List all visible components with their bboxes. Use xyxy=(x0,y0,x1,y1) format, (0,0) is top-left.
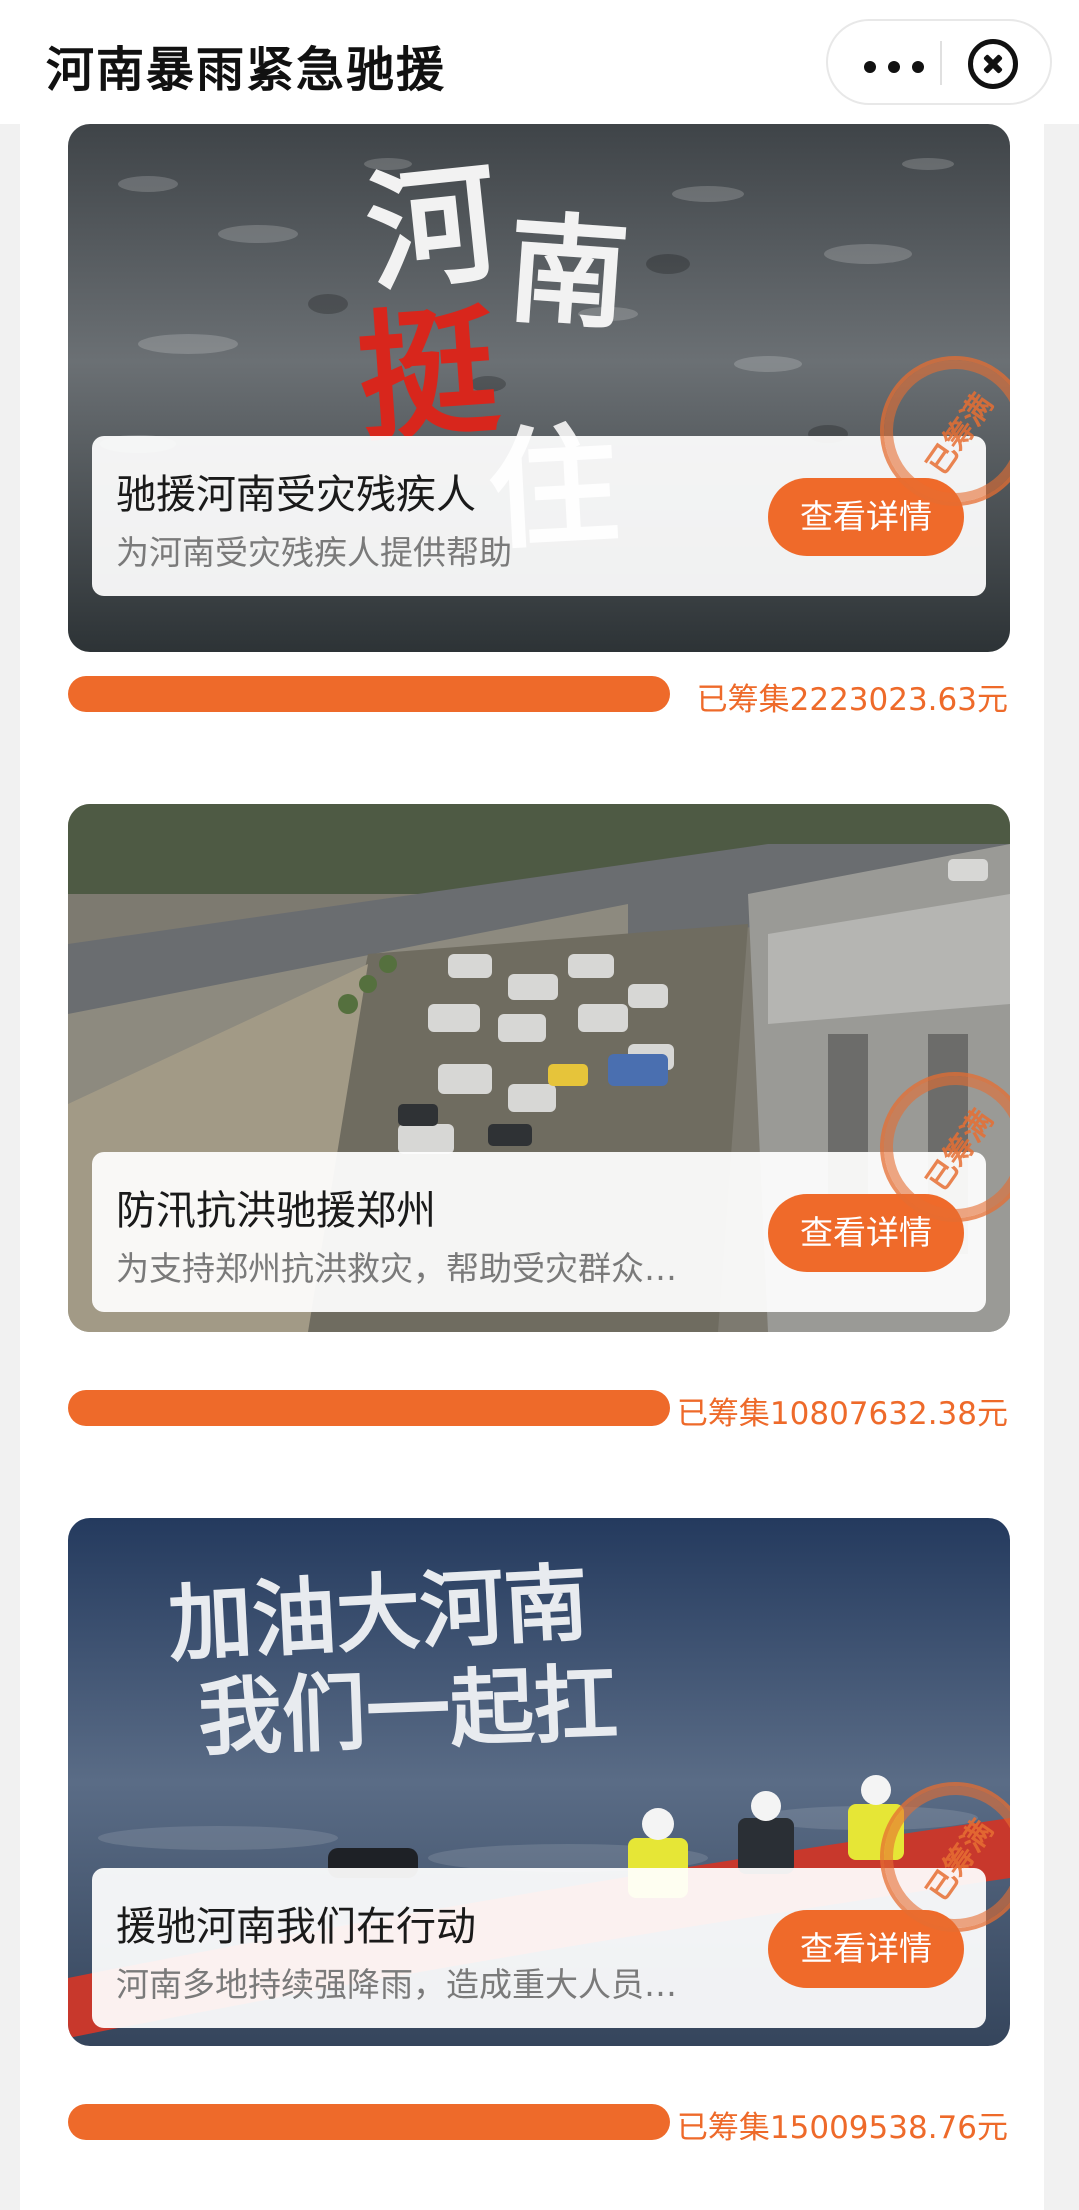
image-char-2: 南 xyxy=(503,200,632,347)
campaign-card-henan-action[interactable]: 加油大河南 我们一起扛 援驰河南我们在行动 河南多地持续强降雨，造成重大人员… … xyxy=(68,1518,1010,2046)
raised-amount: 已筹集10807632.38元 xyxy=(676,1396,1008,1432)
raised-amount: 已筹集15009538.76元 xyxy=(676,2110,1008,2146)
progress-bar xyxy=(68,676,670,712)
card-title: 援驰河南我们在行动 xyxy=(116,1904,476,1950)
campaign-card-zhengzhou[interactable]: 防汛抗洪驰援郑州 为支持郑州抗洪救灾，帮助受灾群众… 查看详情 已筹满 xyxy=(68,804,1010,1332)
progress-bar xyxy=(68,1390,670,1426)
mini-program-capsule xyxy=(826,19,1052,105)
card-description: 河南多地持续强降雨，造成重大人员… xyxy=(116,1965,677,2004)
campaign-card-disabled-aid[interactable]: 河 南 挺 住 驰援河南受灾残疾人 为河南受灾残疾人提供帮助 查看详情 已筹满 xyxy=(68,124,1010,652)
close-icon[interactable] xyxy=(968,39,1018,89)
more-options-icon[interactable] xyxy=(864,61,924,73)
card-title: 防汛抗洪驰援郑州 xyxy=(116,1188,436,1234)
page-title: 河南暴雨紧急驰援 xyxy=(46,42,447,98)
card-description: 为河南受灾残疾人提供帮助 xyxy=(116,533,512,572)
campaign-list: 河 南 挺 住 驰援河南受灾残疾人 为河南受灾残疾人提供帮助 查看详情 已筹满 … xyxy=(20,124,1044,2210)
card-info-panel: 驰援河南受灾残疾人 为河南受灾残疾人提供帮助 查看详情 xyxy=(92,436,986,596)
card-info-panel: 防汛抗洪驰援郑州 为支持郑州抗洪救灾，帮助受灾群众… 查看详情 xyxy=(92,1152,986,1312)
card-title: 驰援河南受灾残疾人 xyxy=(116,472,476,518)
image-char-1: 河 xyxy=(360,146,505,311)
progress-bar xyxy=(68,2104,670,2140)
image-slogan-2: 我们一起扛 xyxy=(196,1655,619,1768)
top-bar: 河南暴雨紧急驰援 xyxy=(0,0,1079,124)
card-description: 为支持郑州抗洪救灾，帮助受灾群众… xyxy=(116,1249,677,1288)
raised-amount: 已筹集2223023.63元 xyxy=(696,682,1008,718)
card-info-panel: 援驰河南我们在行动 河南多地持续强降雨，造成重大人员… 查看详情 xyxy=(92,1868,986,2028)
capsule-divider xyxy=(940,41,942,85)
